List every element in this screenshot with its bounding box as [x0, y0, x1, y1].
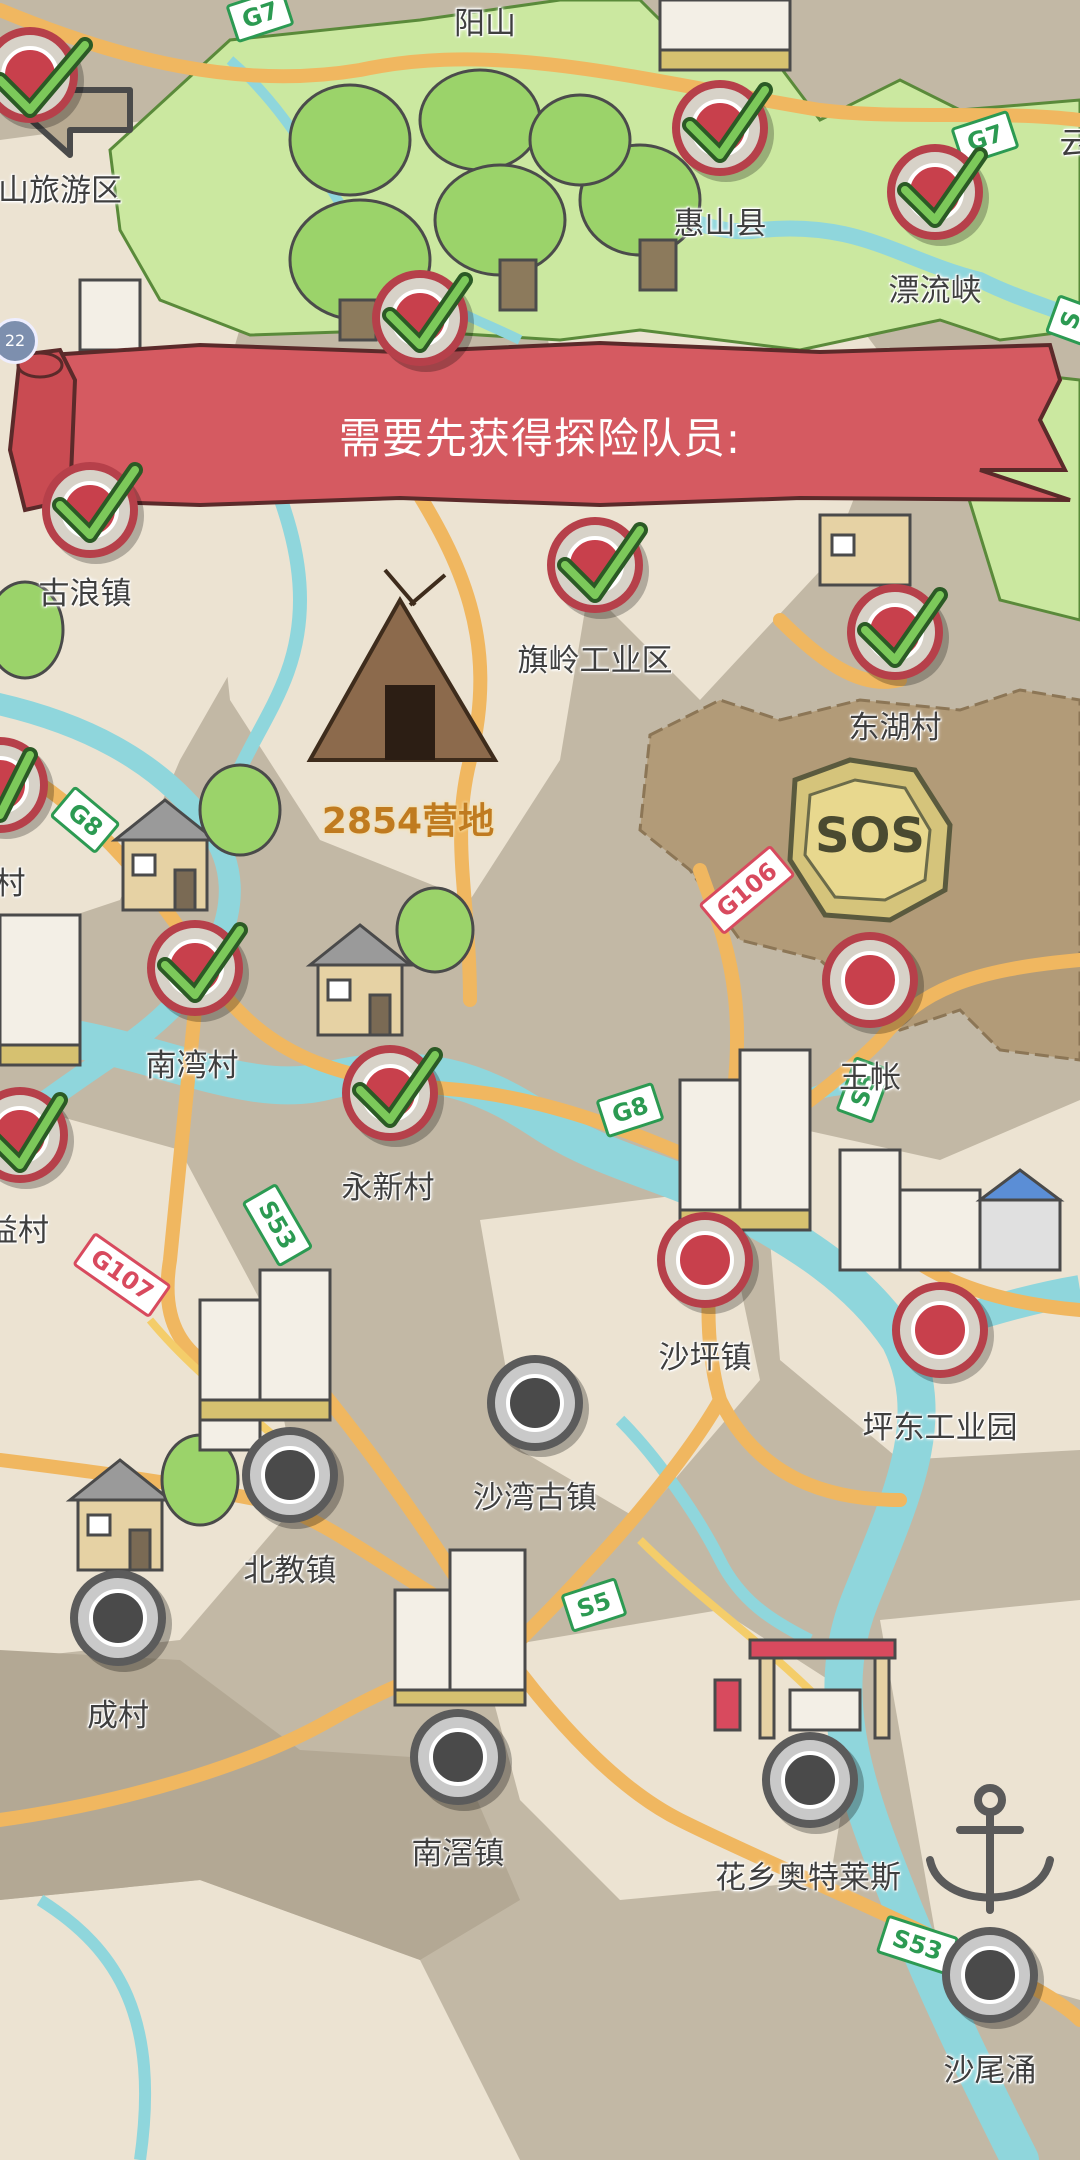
location-marker-shawei[interactable]	[942, 1927, 1038, 2023]
location-label: 古浪镇	[38, 576, 132, 612]
location-marker-gulang[interactable]	[42, 462, 138, 558]
location-label: 永新村	[341, 1170, 435, 1206]
location-label: 云	[1059, 126, 1080, 162]
location-marker-wangzhang[interactable]	[822, 932, 918, 1028]
location-label: 南滘镇	[411, 1836, 505, 1872]
location-label: 坪东工业园	[862, 1410, 1018, 1446]
location-marker-beijiao[interactable]	[242, 1427, 338, 1523]
location-label: 花乡奥特莱斯	[715, 1860, 901, 1896]
game-map-screen: { "banner": { "text": "需要先获得探险队员:" }, "b…	[0, 0, 1080, 2160]
location-marker-huishan[interactable]	[672, 80, 768, 176]
location-label: 益村	[0, 1213, 49, 1249]
location-marker-donghu[interactable]	[847, 584, 943, 680]
location-label: 村	[0, 866, 26, 902]
location-label: 北教镇	[243, 1553, 337, 1589]
location-marker-shaping[interactable]	[657, 1212, 753, 1308]
location-marker-shawan[interactable]	[487, 1355, 583, 1451]
location-marker-huaxiang[interactable]	[762, 1732, 858, 1828]
sos-label: SOS	[815, 808, 925, 864]
location-marker-nanwan[interactable]	[147, 920, 243, 1016]
location-marker-yongxin[interactable]	[342, 1045, 438, 1141]
location-marker-pingdong[interactable]	[892, 1282, 988, 1378]
location-label: 山旅游区	[0, 173, 122, 209]
location-label: 沙坪镇	[658, 1340, 752, 1376]
location-label: 沙湾古镇	[473, 1480, 597, 1516]
location-label: 旗岭工业区	[517, 643, 673, 679]
camp-label[interactable]: 2854营地	[322, 792, 494, 844]
location-marker-piaoliu[interactable]	[887, 144, 983, 240]
location-label: 漂流峡	[888, 273, 982, 309]
location-label: 东湖村	[848, 710, 942, 746]
location-label: 南湾村	[145, 1048, 239, 1084]
location-label: 成村	[87, 1698, 149, 1734]
location-marker-qiling[interactable]	[547, 517, 643, 613]
location-marker-forest[interactable]	[372, 270, 468, 366]
location-label: 阳山	[454, 6, 516, 42]
location-marker-nanyao[interactable]	[410, 1709, 506, 1805]
location-marker-chengcun[interactable]	[70, 1570, 166, 1666]
location-label: 沙尾涌	[943, 2053, 1037, 2089]
location-label: 惠山县	[673, 206, 767, 242]
location-label: 王帐	[839, 1060, 901, 1096]
banner-text: 需要先获得探险队员:	[338, 414, 742, 463]
